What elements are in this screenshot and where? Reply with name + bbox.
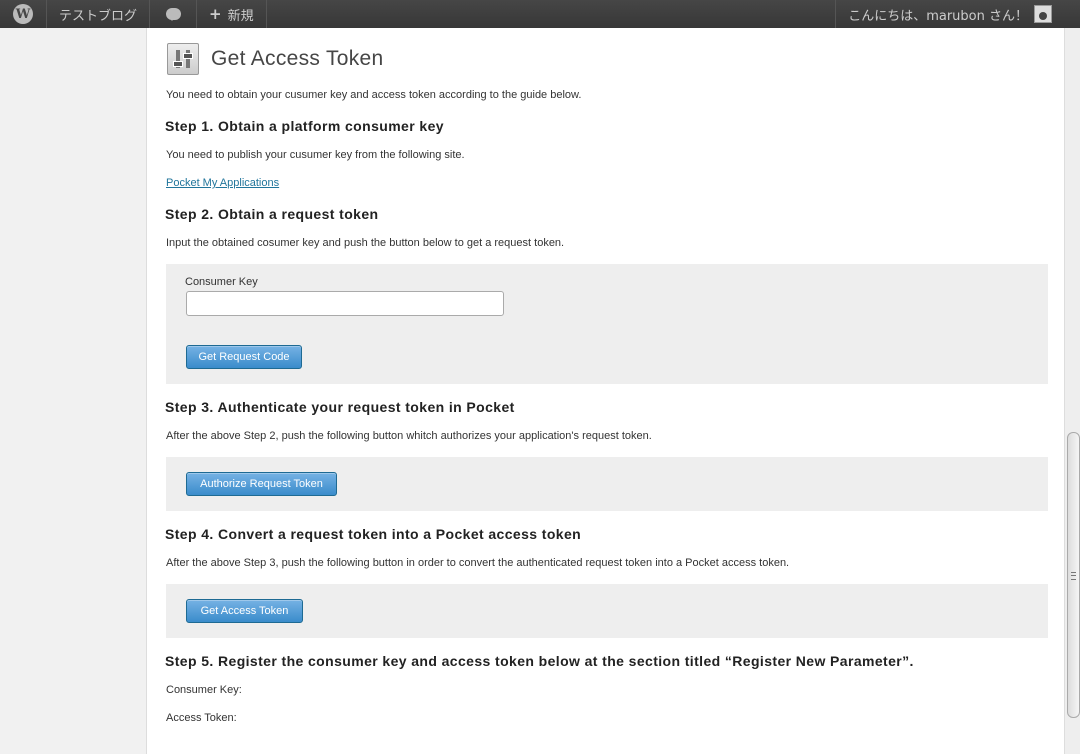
step3-form-box: Authorize Request Token (166, 457, 1048, 511)
access-token-output-label: Access Token: (166, 712, 237, 724)
step4-text: After the above Step 3, push the followi… (166, 557, 790, 569)
wordpress-icon: W (13, 4, 33, 24)
step2-form-box: Consumer Key Get Request Code (166, 264, 1048, 384)
step2-heading: Step 2. Obtain a request token (165, 206, 379, 222)
grip-icon (1071, 572, 1076, 580)
vertical-scrollbar[interactable] (1064, 28, 1080, 754)
avatar (1034, 5, 1052, 23)
account-menu[interactable]: こんにちは、marubon さん！ (835, 0, 1080, 28)
comments-button[interactable] (150, 0, 198, 28)
step3-heading: Step 3. Authenticate your request token … (165, 399, 515, 415)
admin-bar: W テストブログ + 新規 こんにちは、marubon さん！ (0, 0, 1080, 28)
authorize-request-token-button[interactable]: Authorize Request Token (186, 472, 337, 496)
plus-icon: + (209, 5, 222, 23)
intro-text: You need to obtain your cusumer key and … (166, 89, 582, 101)
get-access-token-button[interactable]: Get Access Token (186, 599, 303, 623)
new-content-label: 新規 (227, 8, 254, 24)
settings-sliders-icon (167, 43, 199, 75)
wordpress-logo-button[interactable]: W (0, 0, 47, 28)
consumer-key-input[interactable] (186, 291, 504, 316)
page-header: Get Access Token (167, 43, 384, 75)
greeting-text: こんにちは、marubon さん！ (848, 8, 1028, 24)
step1-text: You need to publish your cusumer key fro… (166, 149, 465, 161)
step1-heading: Step 1. Obtain a platform consumer key (165, 118, 444, 134)
get-request-code-button[interactable]: Get Request Code (186, 345, 302, 369)
scrollbar-thumb[interactable] (1067, 432, 1080, 718)
main-content: Get Access Token You need to obtain your… (146, 28, 1065, 754)
step2-text: Input the obtained cosumer key and push … (166, 237, 565, 249)
comment-icon (165, 8, 181, 21)
step5-heading: Step 5. Register the consumer key and ac… (165, 653, 914, 669)
site-name-link[interactable]: テストブログ (47, 0, 151, 28)
admin-sidebar (0, 28, 146, 754)
consumer-key-output-label: Consumer Key: (166, 684, 242, 696)
consumer-key-label: Consumer Key (185, 276, 258, 288)
step4-heading: Step 4. Convert a request token into a P… (165, 526, 582, 542)
step3-text: After the above Step 2, push the followi… (166, 430, 652, 442)
pocket-my-applications-link[interactable]: Pocket My Applications (166, 177, 279, 189)
new-content-button[interactable]: + 新規 (197, 0, 267, 28)
page-title: Get Access Token (211, 47, 384, 70)
step4-form-box: Get Access Token (166, 584, 1048, 638)
